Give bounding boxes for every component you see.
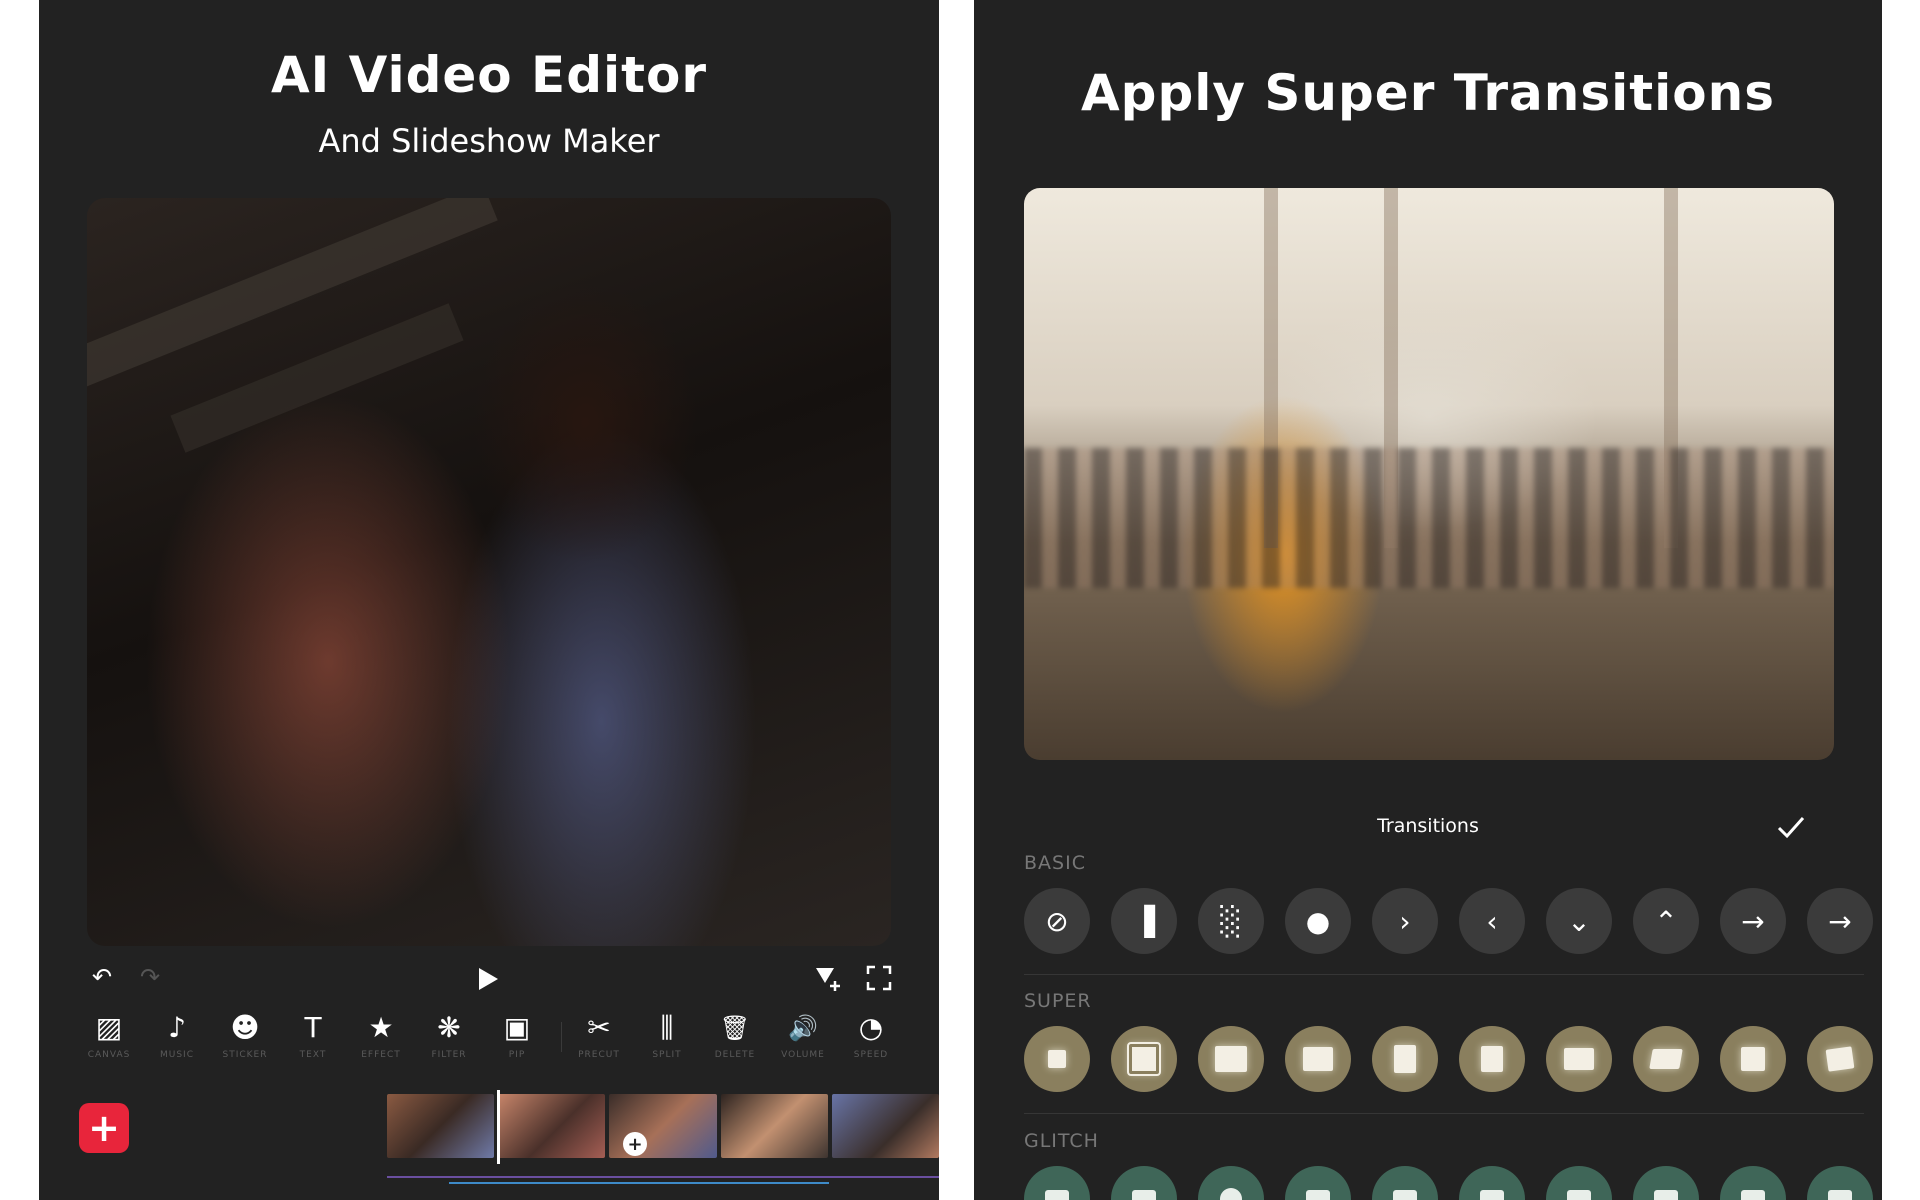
transition-glitch-icon[interactable] (1198, 1166, 1264, 1200)
transition-super-icon[interactable] (1633, 1026, 1699, 1092)
checkmark-icon (1777, 817, 1805, 839)
tool-precut[interactable]: ✂ PRECUT (565, 1010, 633, 1060)
tool-music[interactable]: ♪ MUSIC (143, 1010, 211, 1060)
tool-text[interactable]: T TEXT (279, 1010, 347, 1060)
add-clip-button[interactable]: + (79, 1103, 129, 1153)
music-icon: ♪ (168, 1011, 186, 1044)
fullscreen-button[interactable] (863, 962, 895, 994)
confirm-button[interactable] (1774, 810, 1808, 844)
toolbar-divider (561, 1022, 562, 1052)
video-preview[interactable] (87, 198, 891, 946)
timeline-strip[interactable] (387, 1094, 939, 1158)
redo-icon[interactable]: ↷ (135, 962, 165, 992)
transition-super-icon[interactable] (1807, 1026, 1873, 1092)
fullscreen-icon (866, 965, 892, 991)
transition-super-icon[interactable] (1198, 1026, 1264, 1092)
editor-headline: AI Video Editor (270, 46, 708, 104)
timeline-thumbnail[interactable] (498, 1094, 606, 1158)
section-divider (1024, 974, 1864, 975)
transition-row-super (1024, 1026, 1882, 1096)
volume-icon: 🔊 (788, 1014, 818, 1042)
transition-chevron-right-icon[interactable]: › (1372, 888, 1438, 954)
timeline-thumbnail[interactable] (387, 1094, 495, 1158)
tool-canvas[interactable]: ▨ CANVAS (75, 1010, 143, 1060)
transition-chevron-down-icon[interactable]: ⌄ (1546, 888, 1612, 954)
audio-track-line (449, 1182, 829, 1184)
sticker-icon: ☻ (230, 1011, 260, 1044)
transition-fade-icon[interactable]: ▐ (1111, 888, 1177, 954)
transition-circle-icon[interactable]: ● (1285, 888, 1351, 954)
transition-super-icon[interactable] (1459, 1026, 1525, 1092)
transition-row-glitch (1024, 1166, 1882, 1200)
section-label-super: SUPER (1024, 990, 1092, 1012)
section-label-glitch: GLITCH (1024, 1130, 1099, 1152)
tool-volume[interactable]: 🔊 VOLUME (769, 1010, 837, 1060)
tool-effect[interactable]: ★ EFFECT (347, 1010, 415, 1060)
add-keyframe-button[interactable] (812, 962, 844, 994)
canvas-icon: ▨ (95, 1011, 123, 1044)
tool-filter[interactable]: ❋ FILTER (415, 1010, 483, 1060)
tool-sticker[interactable]: ☻ STICKER (211, 1010, 279, 1060)
tool-delete[interactable]: 🗑 DELETE (701, 1010, 769, 1060)
transition-super-icon[interactable] (1372, 1026, 1438, 1092)
transition-glitch-icon[interactable] (1111, 1166, 1177, 1200)
transition-glitch-icon[interactable] (1633, 1166, 1699, 1200)
tool-speed[interactable]: ◔ SPEED (837, 1010, 905, 1060)
transition-super-icon[interactable] (1546, 1026, 1612, 1092)
transition-super-icon[interactable] (1285, 1026, 1351, 1092)
music-track-line (387, 1176, 939, 1178)
transition-chevron-left-icon[interactable]: ‹ (1459, 888, 1525, 954)
transition-glitch-icon[interactable] (1285, 1166, 1351, 1200)
video-preview[interactable] (1024, 188, 1834, 760)
transition-glitch-icon[interactable] (1024, 1166, 1090, 1200)
pip-icon: ▣ (503, 1011, 531, 1044)
play-button[interactable] (471, 962, 505, 996)
editor-panel: AI Video Editor And Slideshow Maker ↶ ↷ … (39, 0, 939, 1200)
keyframe-icon (816, 968, 840, 991)
transition-glitch-icon[interactable] (1546, 1166, 1612, 1200)
transition-none-icon[interactable]: ⊘ (1024, 888, 1090, 954)
transition-super-icon[interactable] (1111, 1026, 1177, 1092)
split-icon: ⫼ (660, 1011, 674, 1044)
transition-chevron-up-icon[interactable]: ⌃ (1633, 888, 1699, 954)
timeline-thumbnail[interactable] (720, 1094, 828, 1158)
filter-icon: ❋ (437, 1011, 461, 1044)
transition-super-icon[interactable] (1720, 1026, 1786, 1092)
play-icon (479, 968, 498, 990)
transition-super-icon[interactable] (1024, 1026, 1090, 1092)
transition-dissolve-icon[interactable]: ░ (1198, 888, 1264, 954)
tool-pip[interactable]: ▣ PIP (483, 1010, 551, 1060)
transition-arrow-right-icon[interactable]: → (1720, 888, 1786, 954)
plus-icon: + (88, 1106, 120, 1150)
transition-glitch-icon[interactable] (1720, 1166, 1786, 1200)
timeline-playhead[interactable] (497, 1090, 500, 1164)
transition-row-basic: ⊘ ▐ ░ ● › ‹ ⌄ ⌃ → → (1024, 888, 1882, 958)
section-label-basic: BASIC (1024, 852, 1086, 874)
transitions-headline: Apply Super Transitions (1080, 64, 1776, 122)
transition-glitch-icon[interactable] (1372, 1166, 1438, 1200)
timeline-thumbnail[interactable] (831, 1094, 939, 1158)
trash-icon: 🗑 (719, 1014, 751, 1042)
undo-icon[interactable]: ↶ (87, 962, 117, 992)
text-icon: T (304, 1011, 322, 1044)
tool-split[interactable]: ⫼ SPLIT (633, 1010, 701, 1060)
section-divider (1024, 1113, 1864, 1114)
effect-icon: ★ (368, 1011, 394, 1044)
transition-glitch-icon[interactable] (1459, 1166, 1525, 1200)
transition-glitch-icon[interactable] (1807, 1166, 1873, 1200)
speedometer-icon: ◔ (858, 1011, 884, 1044)
editor-subheadline: And Slideshow Maker (318, 122, 660, 160)
transitions-sheet-title: Transitions (1377, 815, 1479, 837)
transitions-panel: Apply Super Transitions Transitions BASI… (974, 0, 1882, 1200)
scissors-icon: ✂ (587, 1011, 611, 1044)
transition-arrow-right-icon[interactable]: → (1807, 888, 1873, 954)
transition-add-icon[interactable]: + (623, 1132, 647, 1156)
